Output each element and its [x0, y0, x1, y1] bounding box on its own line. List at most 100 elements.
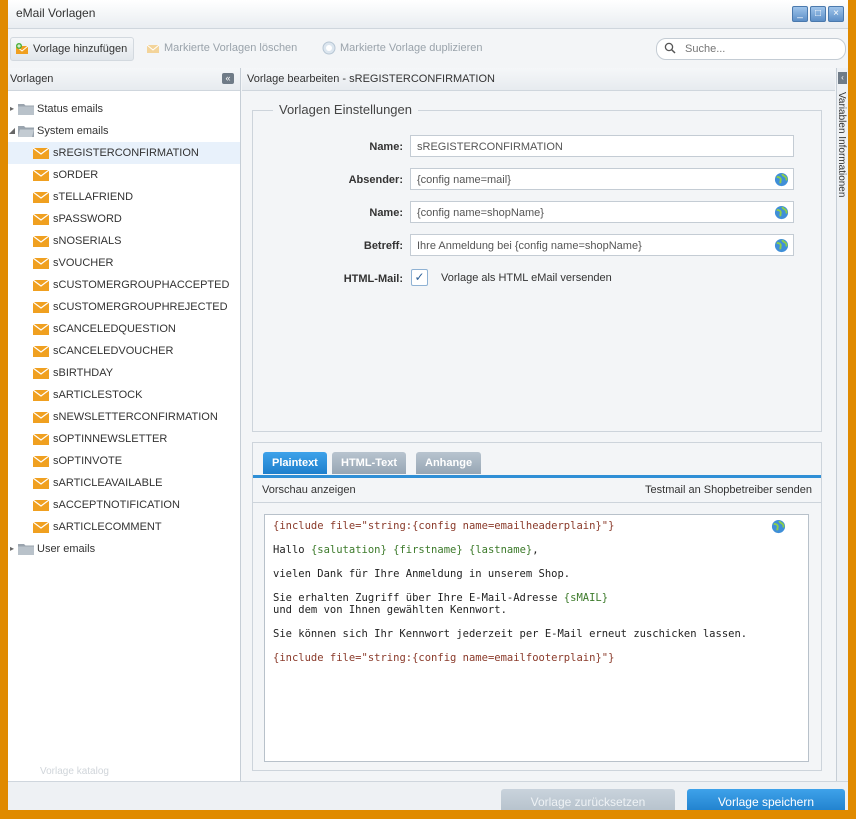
- template-editor: Vorlage bearbeiten - sREGISTERCONFIRMATI…: [242, 68, 835, 781]
- tab-attachments[interactable]: Anhange: [416, 452, 482, 474]
- folder-status-emails[interactable]: ▸ Status emails: [8, 98, 240, 120]
- template-item[interactable]: sARTICLEAVAILABLE: [8, 472, 240, 494]
- editor-line: Sie können sich Ihr Kennwort jederzeit p…: [273, 628, 748, 640]
- template-label: sCANCELEDVOUCHER: [53, 345, 174, 357]
- code-token: {firstname}: [393, 544, 463, 556]
- code-token: {salutation}: [310, 544, 387, 556]
- variables-info-panel[interactable]: ‹ Variablen Informationen: [836, 68, 848, 781]
- envelope-icon: [33, 390, 49, 401]
- template-label: sCANCELEDQUESTION: [53, 323, 176, 335]
- template-item[interactable]: sARTICLESTOCK: [8, 384, 240, 406]
- email-templates-window: eMail Vorlagen _ □ × Vorlage hinzufügen …: [8, 0, 848, 810]
- template-settings: Vorlagen Einstellungen Name: sREGISTERCO…: [252, 102, 822, 432]
- folder-open-icon: [18, 126, 34, 137]
- reset-template-button[interactable]: Vorlage zurücksetzen: [501, 789, 675, 810]
- minimize-button[interactable]: _: [792, 6, 808, 22]
- template-item[interactable]: sARTICLECOMMENT: [8, 516, 240, 538]
- maximize-button[interactable]: □: [810, 6, 826, 22]
- templates-panel-title: Vorlagen: [10, 73, 54, 85]
- expand-icon[interactable]: ▸: [8, 98, 16, 120]
- template-item[interactable]: sORDER: [8, 164, 240, 186]
- template-item[interactable]: sNOSERIALS: [8, 230, 240, 252]
- globe-icon[interactable]: [774, 205, 789, 220]
- tab-plaintext[interactable]: Plaintext: [263, 452, 327, 474]
- envelope-icon: [33, 324, 49, 335]
- envelope-icon: [33, 478, 49, 489]
- folder-label: Status emails: [37, 103, 104, 115]
- delete-templates-label: Markierte Vorlagen löschen: [164, 42, 298, 54]
- folder-icon: [18, 104, 34, 115]
- template-item[interactable]: sPASSWORD: [8, 208, 240, 230]
- subject-value: Ihre Anmeldung bei {config name=shopName…: [417, 240, 642, 252]
- delete-templates-button[interactable]: Markierte Vorlagen löschen: [142, 37, 303, 59]
- tab-html-text[interactable]: HTML-Text: [332, 452, 407, 474]
- editor-line: und dem von Ihnen gewählten Kennwort.: [273, 604, 507, 616]
- search-box: [656, 38, 846, 60]
- code-token: ,: [532, 544, 539, 556]
- testmail-button[interactable]: Testmail an Shopbetreiber senden: [645, 484, 812, 496]
- duplicate-template-button[interactable]: Markierte Vorlage duplizieren: [318, 37, 488, 59]
- folder-user-emails[interactable]: ▸ User emails: [8, 538, 240, 560]
- sender-name-row: Name: {config name=shopName}: [253, 201, 821, 225]
- code-token: {lastname}: [469, 544, 533, 556]
- close-button[interactable]: ×: [828, 6, 844, 22]
- add-envelope-icon: [15, 43, 29, 54]
- search-input[interactable]: [683, 41, 837, 57]
- subject-input[interactable]: Ihre Anmeldung bei {config name=shopName…: [410, 234, 794, 256]
- template-item[interactable]: sCUSTOMERGROUPHREJECTED: [8, 296, 240, 318]
- html-mail-checkbox[interactable]: ✓: [411, 269, 428, 286]
- template-label: sACCEPTNOTIFICATION: [53, 499, 180, 511]
- save-template-button[interactable]: Vorlage speichern: [687, 789, 845, 810]
- envelope-icon: [33, 500, 49, 511]
- code-token: }: [608, 520, 615, 532]
- code-token: {sMAIL}: [563, 592, 609, 604]
- template-item[interactable]: sBIRTHDAY: [8, 362, 240, 384]
- editor-header: Vorlage bearbeiten - sREGISTERCONFIRMATI…: [242, 68, 835, 91]
- folder-icon: [18, 544, 34, 555]
- name-input[interactable]: sREGISTERCONFIRMATION: [410, 135, 794, 157]
- template-item[interactable]: sCANCELEDQUESTION: [8, 318, 240, 340]
- template-item[interactable]: sNEWSLETTERCONFIRMATION: [8, 406, 240, 428]
- envelope-icon: [33, 170, 49, 181]
- template-item[interactable]: sTELLAFRIEND: [8, 186, 240, 208]
- expand-panel-icon[interactable]: ‹: [838, 72, 847, 84]
- globe-icon[interactable]: [774, 172, 789, 187]
- sender-name-label: Name:: [369, 207, 403, 219]
- envelope-icon: [33, 434, 49, 445]
- template-label: sORDER: [53, 169, 99, 181]
- template-item[interactable]: sOPTINNEWSLETTER: [8, 428, 240, 450]
- globe-icon[interactable]: [774, 238, 789, 253]
- code-token: {include file=: [273, 652, 362, 664]
- envelope-icon: [33, 280, 49, 291]
- code-token: Hallo: [273, 544, 311, 556]
- expand-icon[interactable]: ▸: [8, 538, 16, 560]
- template-label: sOPTINNEWSLETTER: [53, 433, 168, 445]
- add-template-label: Vorlage hinzufügen: [33, 43, 128, 55]
- template-label: sARTICLECOMMENT: [53, 521, 162, 533]
- editor-actions-bar: Vorschau anzeigen Testmail an Shopbetrei…: [253, 478, 821, 503]
- sender-label: Absender:: [348, 174, 403, 186]
- template-item[interactable]: sREGISTERCONFIRMATION: [8, 142, 240, 164]
- template-item[interactable]: sOPTINVOTE: [8, 450, 240, 472]
- globe-icon[interactable]: [771, 519, 786, 534]
- sender-name-input[interactable]: {config name=shopName}: [410, 201, 794, 223]
- collapse-folder-icon[interactable]: ◢: [8, 120, 16, 142]
- template-item[interactable]: sCANCELEDVOUCHER: [8, 340, 240, 362]
- collapse-panel-icon[interactable]: «: [222, 73, 234, 84]
- preview-button[interactable]: Vorschau anzeigen: [262, 484, 356, 496]
- template-item[interactable]: sACCEPTNOTIFICATION: [8, 494, 240, 516]
- envelope-icon: [33, 236, 49, 247]
- plaintext-editor[interactable]: {include file="string:{config name=email…: [264, 514, 809, 762]
- content-tabs: Plaintext HTML-Text Anhange: [253, 443, 821, 478]
- duplicate-icon: [322, 41, 336, 55]
- envelope-icon: [33, 456, 49, 467]
- folder-system-emails[interactable]: ◢ System emails: [8, 120, 240, 142]
- template-item[interactable]: sCUSTOMERGROUPHACCEPTED: [8, 274, 240, 296]
- editor-line: {include file="string:{config name=email…: [273, 652, 614, 664]
- code-token: }: [608, 652, 615, 664]
- template-label: sNOSERIALS: [53, 235, 122, 247]
- template-label: sARTICLEAVAILABLE: [53, 477, 163, 489]
- sender-input[interactable]: {config name=mail}: [410, 168, 794, 190]
- template-item[interactable]: sVOUCHER: [8, 252, 240, 274]
- add-template-button[interactable]: Vorlage hinzufügen: [10, 37, 135, 61]
